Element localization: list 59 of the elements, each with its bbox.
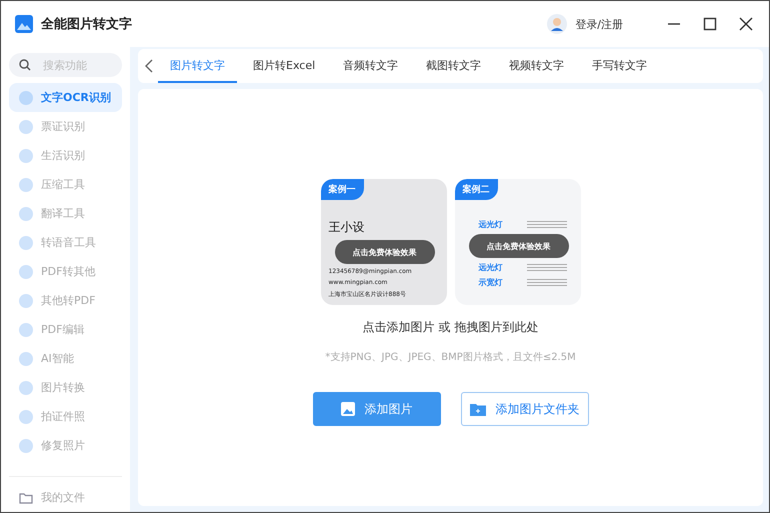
sidebar-item[interactable]: 文字OCR识别	[9, 83, 122, 112]
tool-icon	[19, 380, 33, 394]
light-label: 示宽灯	[478, 277, 504, 288]
window-title: 全能图片转文字	[41, 16, 133, 33]
sidebar-item[interactable]: PDF转其他	[9, 257, 122, 286]
close-button[interactable]	[737, 15, 755, 33]
sidebar-item[interactable]: 翻译工具	[9, 199, 122, 228]
folder-icon	[470, 402, 486, 416]
sidebar-item[interactable]: 生活识别	[9, 141, 122, 170]
tab[interactable]: 图片转文字	[158, 49, 237, 83]
try-effect-button[interactable]: 点击免费体验效果	[334, 240, 434, 264]
tool-icon	[19, 148, 33, 162]
sidebar-item[interactable]: AI智能	[9, 344, 122, 373]
folder-icon	[19, 492, 33, 504]
tab[interactable]: 音频转文字	[331, 49, 410, 83]
sidebar-item[interactable]: PDF编辑	[9, 315, 122, 344]
tool-icon	[19, 264, 33, 278]
light-label: 远光灯	[478, 219, 504, 230]
tab[interactable]: 手写转文字	[580, 49, 660, 83]
sidebar-item[interactable]: 压缩工具	[9, 170, 122, 199]
tool-icon	[19, 206, 33, 220]
sidebar-item[interactable]: 拍证件照	[9, 402, 122, 431]
tool-icon	[19, 120, 33, 134]
search-field[interactable]: 搜索功能	[9, 53, 122, 77]
add-button[interactable]: 添加图片	[312, 392, 440, 426]
tool-icon	[19, 90, 33, 104]
example-card[interactable]: 案例二 远光灯 点击免费体验效果 远光灯 示宽灯	[454, 179, 580, 305]
sidebar-item[interactable]: 其他转PDF	[9, 286, 122, 315]
tool-icon	[19, 178, 33, 192]
sidebar-item[interactable]: 修复照片	[9, 431, 122, 460]
tool-icon	[19, 352, 33, 366]
tool-icon	[19, 236, 33, 250]
login-link[interactable]: 登录/注册	[575, 16, 623, 32]
card-name: 王小设	[328, 219, 366, 236]
sidebar-item[interactable]: 我的文件	[9, 483, 122, 512]
tool-icon	[19, 322, 33, 336]
tool-icon	[19, 410, 33, 424]
try-effect-button[interactable]: 点击免费体验效果	[468, 234, 568, 258]
example-label: 案例一	[320, 179, 364, 200]
image-icon	[340, 402, 354, 416]
light-label: 远光灯	[478, 262, 504, 273]
drop-hint: 点击添加图片 或 拖拽图片到此处	[362, 319, 538, 336]
tab[interactable]: 图片转Excel	[241, 49, 328, 83]
tab[interactable]: 截图转文字	[414, 49, 494, 83]
sidebar-item[interactable]: 图片转换	[9, 373, 122, 402]
app-logo-icon	[15, 15, 33, 33]
back-icon[interactable]	[144, 59, 154, 73]
tab[interactable]: 视频转文字	[497, 49, 576, 83]
search-input[interactable]: 搜索功能	[41, 58, 111, 72]
format-note: *支持PNG、JPG、JPEG、BMP图片格式，且文件≤2.5M	[325, 350, 576, 364]
tool-icon	[19, 438, 33, 452]
maximize-button[interactable]	[701, 15, 719, 33]
add-button[interactable]: 添加图片文件夹	[460, 392, 588, 426]
avatar-icon[interactable]	[547, 14, 568, 34]
tool-icon	[19, 294, 33, 308]
search-icon	[19, 59, 31, 71]
example-label: 案例二	[454, 179, 498, 200]
sidebar-item[interactable]: 票证识别	[9, 112, 122, 141]
sidebar-item[interactable]: 转语音工具	[9, 228, 122, 257]
